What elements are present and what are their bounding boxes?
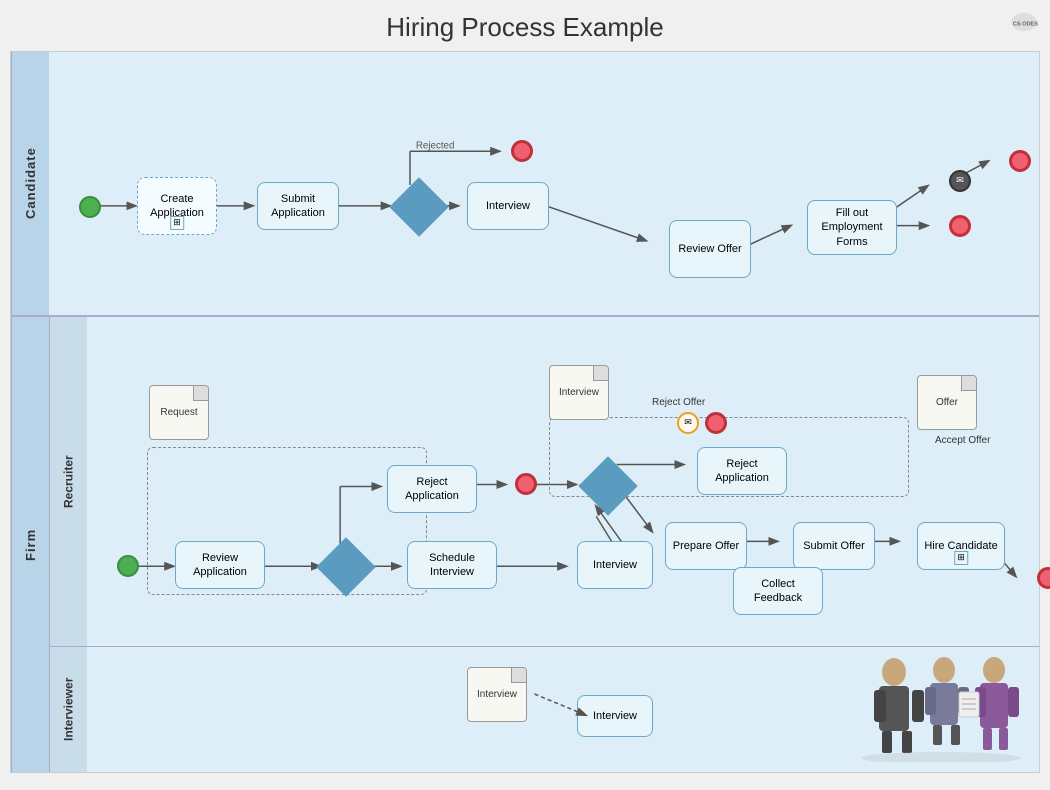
- candidate-end-event: [1009, 150, 1031, 172]
- recruiter-sublane: Recruiter: [49, 317, 1039, 647]
- collect-feedback-node: Collect Feedback: [733, 567, 823, 615]
- firm-label: Firm: [11, 317, 49, 772]
- offer-doc: Offer: [917, 375, 977, 430]
- reject-application-1-node: Reject Application: [387, 465, 477, 513]
- candidate-label: Candidate: [11, 52, 49, 315]
- accept-offer-label: Accept Offer: [935, 435, 990, 446]
- interview-doc-interviewer: Interview: [467, 667, 527, 722]
- hire-candidate-node: Hire Candidate ⊞: [917, 522, 1005, 570]
- create-application-node: Create Application ⊞: [137, 177, 217, 235]
- recruiter-label: Recruiter: [49, 317, 87, 646]
- rejected-end-event: [511, 140, 533, 162]
- schedule-interview-node: Schedule Interview: [407, 541, 497, 589]
- reject-offer-msg-event: ✉: [677, 412, 699, 434]
- interviewer-label: Interviewer: [49, 647, 87, 772]
- svg-text:Rejected: Rejected: [416, 140, 455, 151]
- people-illustration: [849, 642, 1029, 762]
- hire-end-event: [1037, 567, 1050, 589]
- diagram-container: Candidate Rejected: [10, 51, 1040, 773]
- reject-end-event: [515, 473, 537, 495]
- interview-doc-upper: Interview: [549, 365, 609, 420]
- review-offer-node: Review Offer: [669, 220, 751, 278]
- firm-lane: Firm Recruiter: [11, 317, 1039, 772]
- fill-employment-node: Fill out Employment Forms: [807, 200, 897, 255]
- candidate-lane: Candidate Rejected: [11, 52, 1039, 317]
- svg-text:CS ODESSA: CS ODESSA: [1013, 22, 1038, 28]
- reject-application-2-node: Reject Application: [697, 447, 787, 495]
- request-doc: Request: [149, 385, 209, 440]
- employment-end-event: [949, 215, 971, 237]
- decision-gateway: [587, 465, 629, 507]
- subprocess-icon: ⊞: [170, 216, 184, 230]
- candidate-start-event: [79, 196, 101, 218]
- logo: CS ODESSA: [1010, 8, 1038, 36]
- review-application-node: Review Application: [175, 541, 265, 589]
- prepare-offer-node: Prepare Offer: [665, 522, 747, 570]
- recruiter-gateway: [325, 546, 367, 588]
- send-event: ✉: [949, 170, 971, 192]
- candidate-gateway: [398, 186, 440, 228]
- reject-offer-label: Reject Offer: [652, 397, 705, 408]
- candidate-interview-node: Interview: [467, 182, 549, 230]
- submit-application-node: Submit Application: [257, 182, 339, 230]
- interviewer-interview-node: Interview: [577, 695, 653, 737]
- page-title: Hiring Process Example CS ODESSA: [0, 0, 1050, 51]
- submit-offer-node: Submit Offer: [793, 522, 875, 570]
- hire-subprocess-icon: ⊞: [954, 551, 968, 565]
- reject-offer-end: [705, 412, 727, 434]
- recruiter-start-event: [117, 555, 139, 577]
- interview-firm-node: Interview: [577, 541, 653, 589]
